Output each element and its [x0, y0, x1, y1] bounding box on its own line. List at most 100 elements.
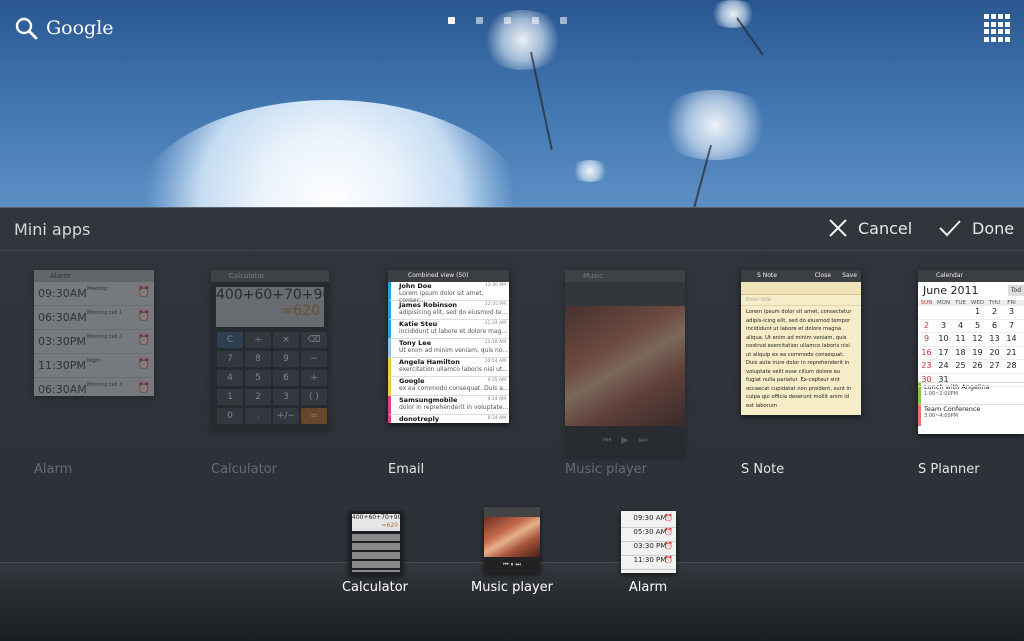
calc-key: = [301, 408, 327, 424]
calendar-day: 26 [972, 361, 983, 370]
page-dot[interactable] [476, 17, 483, 24]
tray-item-label: Music player [471, 580, 553, 595]
calc-key: ÷ [245, 332, 271, 348]
calendar-day: 23 [921, 361, 932, 370]
calendar-day: 27 [989, 361, 1000, 370]
calendar-day: 2 [923, 320, 930, 330]
calc-key: 0 [217, 408, 243, 424]
calc-key: 6 [273, 370, 299, 386]
calc-display: 400+60+70+90 =620 [216, 287, 329, 327]
alarm-row: 06:30AM Morning call 3 ⏰ [34, 378, 154, 396]
app-grid-icon[interactable] [984, 14, 1012, 42]
email-list-item: James Robinson adipisicing elit, sed do e… [388, 301, 509, 320]
email-list-item: John Doe Lorem ipsum dolor sit amet, cons… [388, 282, 509, 304]
calc-key: 3 [273, 389, 299, 405]
close-icon [829, 219, 847, 237]
calculator-thumbnail: 400+60+70+90 =620 [349, 511, 403, 575]
alarm-row: 09:30AM Meeting ⏰ [34, 282, 154, 306]
alarm-thumbnail: 09:30 AM ⏰ 05:30 AM ⏰ 03:30 PM ⏰ 11:30 PM ⏰ [621, 511, 676, 573]
calendar-day: 18 [955, 347, 966, 357]
email-list-item: Google ex ea commodo consequat. Duis a...… [388, 377, 509, 396]
email-thumb-title: Combined view (50) [388, 270, 509, 282]
alarm-thumbnail: Alarm 09:30AM Meeting ⏰ 06:30AM Morning call… [34, 270, 154, 396]
calc-key: 4 [217, 370, 243, 386]
calc-key: 5 [245, 370, 271, 386]
calendar-day: 3 [940, 320, 947, 330]
page-dot[interactable] [560, 17, 567, 24]
alarm-clock-icon: ⏰ [664, 542, 673, 550]
album-art-image [565, 306, 685, 426]
calendar-day [969, 374, 986, 387]
music-thumb-title: Music [565, 270, 685, 282]
calendar-day: 3 [1008, 307, 1015, 316]
cancel-button[interactable]: Cancel [828, 218, 912, 238]
page-dot-active[interactable] [448, 17, 455, 24]
calendar-day: 6 [991, 320, 998, 330]
mini-apps-header: Mini apps Cancel Done [0, 208, 1024, 251]
calendar-day: 17 [938, 347, 949, 357]
email-list-item: Tony Lee Ut enim ad minim veniam, quis no… [388, 339, 509, 358]
calendar-event: Team Conference 3:00~4:00PM [918, 404, 1024, 426]
email-list-item: Katie Steu incididunt ut labore et dolore… [388, 320, 509, 339]
tray-item-label: Calculator [341, 580, 408, 595]
calc-key: 1 [217, 389, 243, 405]
alarm-clock-icon: ⏰ [137, 383, 150, 394]
calc-key: + [301, 370, 327, 386]
panel-title: Mini apps [14, 220, 91, 239]
calendar-day: 24 [938, 361, 949, 370]
tray-item-label: Alarm [628, 580, 668, 595]
email-list-item: Samsungmobile dolor in reprehenderit in v… [388, 396, 509, 415]
home-wallpaper [0, 0, 1024, 207]
calendar-day: 12 [972, 334, 983, 343]
calendar-day: 4 [957, 320, 964, 330]
calc-key: − [301, 351, 327, 367]
app-name: S Planner [918, 462, 980, 477]
calc-key: 2 [245, 389, 271, 405]
dandelion-image [130, 100, 530, 207]
calendar-day: 14 [1006, 334, 1017, 343]
calc-key: × [273, 332, 299, 348]
alarm-clock-icon: ⏰ [664, 556, 673, 564]
music-player-thumbnail: ⏮ ⏸ ⏭ [484, 507, 540, 573]
alarm-clock-icon: ⏰ [137, 287, 150, 298]
calendar-day: 7 [1008, 320, 1015, 330]
cancel-label: Cancel [858, 218, 913, 238]
done-label: Done [972, 218, 1015, 238]
calc-key: . [245, 408, 271, 424]
search-icon [15, 17, 38, 40]
calendar-day: 25 [955, 361, 966, 370]
alarm-clock-icon: ⏰ [137, 335, 150, 346]
calendar-day: 30 [921, 374, 932, 384]
page-dot[interactable] [532, 17, 539, 24]
app-name: S Note [741, 462, 785, 477]
calc-key: ⌫ [301, 332, 327, 348]
app-name: Email [388, 462, 425, 477]
alarm-row: 11:30PM Night ⏰ [34, 354, 154, 378]
done-button[interactable]: Done [938, 218, 1014, 238]
calc-thumb-title: Calculator [211, 270, 329, 282]
app-name: Alarm [34, 462, 73, 477]
calendar-day [918, 306, 935, 319]
google-search-bar[interactable]: Google [14, 16, 114, 40]
s-planner-thumbnail: Calendar June 2011 Tod SUN MON TUE WED THU FR… [918, 270, 1024, 434]
app-name: Calculator [211, 462, 278, 477]
calc-key: 9 [273, 351, 299, 367]
calc-key: C [217, 332, 243, 348]
alarm-clock-icon: ⏰ [137, 359, 150, 370]
s-note-body: Lorem ipsum dolor sit amet, consectetur … [746, 309, 852, 409]
check-icon [939, 220, 961, 237]
alarm-clock-icon: ⏰ [137, 311, 150, 322]
app-name: Music player [565, 462, 647, 477]
email-thumbnail: Combined view (50) John Doe Lorem ipsum d… [388, 270, 509, 423]
page-dot[interactable] [504, 17, 511, 24]
calendar-day: 5 [974, 320, 981, 330]
calendar-day: 2 [991, 307, 998, 316]
calendar-day: 16 [921, 347, 932, 357]
calendar-day: 21 [1006, 347, 1017, 357]
calendar-day [1003, 374, 1020, 387]
alarm-row: 03:30PM Morning call 2 ⏰ [34, 330, 154, 354]
calendar-day: 28 [1006, 361, 1017, 370]
email-list-item: donotreply 8:34 AM [388, 415, 509, 423]
alarm-clock-icon: ⏰ [664, 528, 673, 536]
calendar-day [935, 306, 952, 319]
